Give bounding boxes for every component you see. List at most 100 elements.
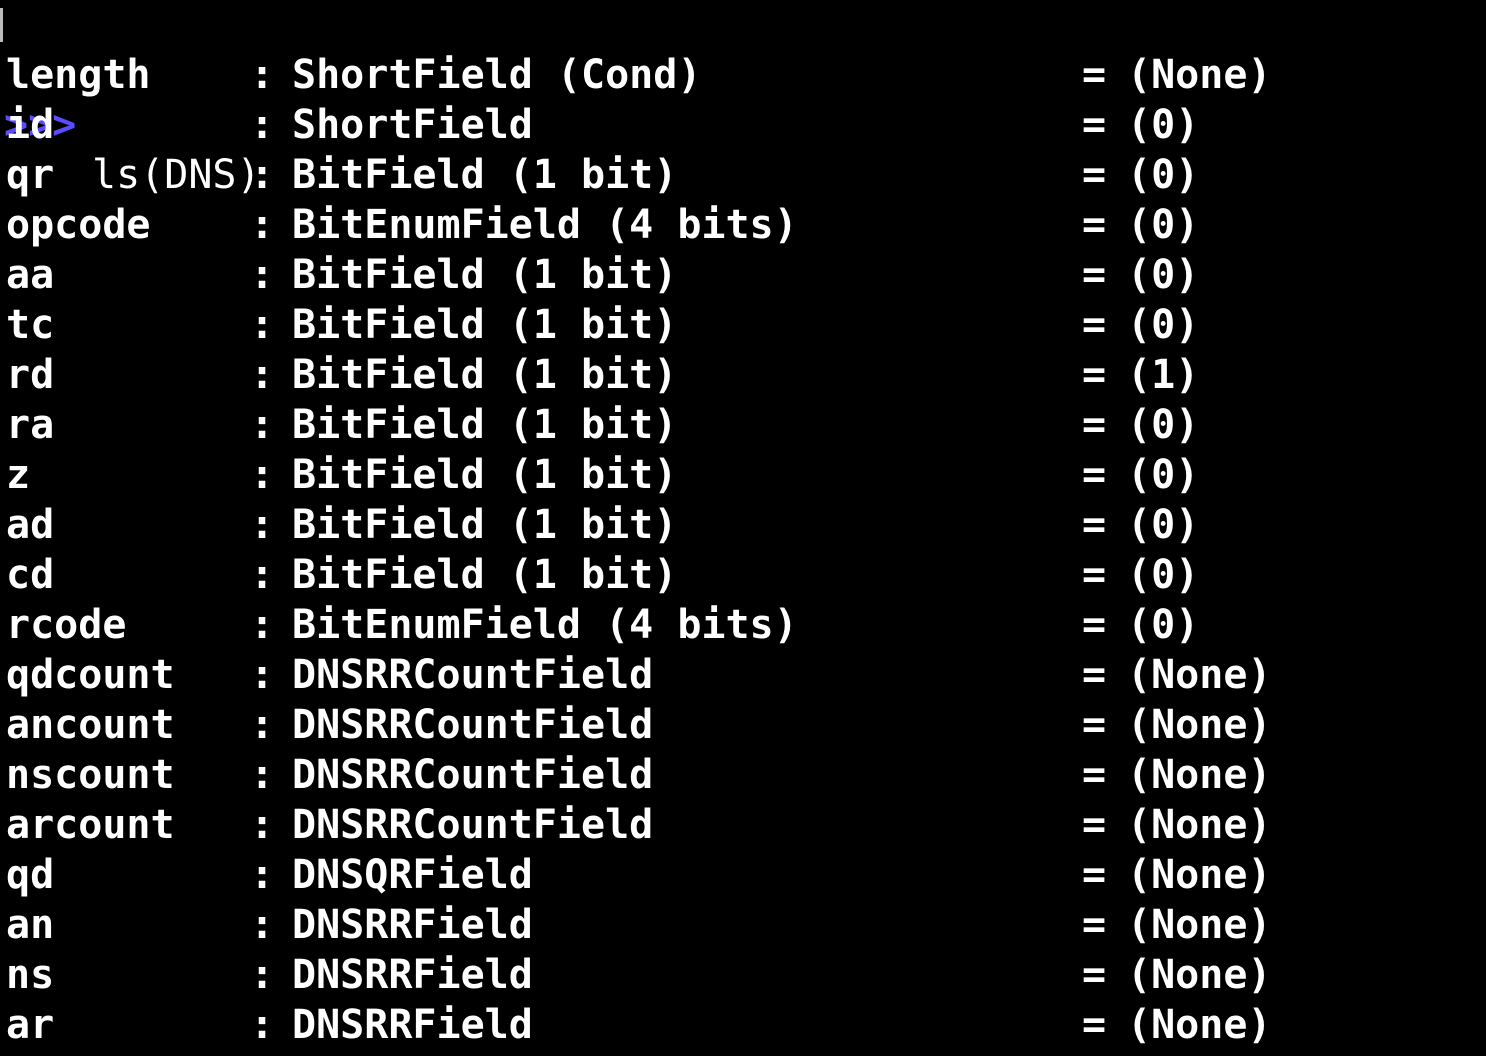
- field-type: DNSRRField: [292, 952, 533, 998]
- equals-sign: =: [1082, 552, 1107, 598]
- field-separator: :: [250, 702, 275, 748]
- equals-sign: =: [1082, 502, 1107, 548]
- field-name: an: [6, 902, 55, 948]
- field-type: BitField (1 bit): [292, 502, 678, 548]
- field-default-value: (None): [1127, 902, 1272, 948]
- field-default-value: (None): [1127, 652, 1272, 698]
- field-separator: :: [250, 802, 275, 848]
- equals-sign: =: [1082, 902, 1107, 948]
- terminal-window[interactable]: >>> ls(DNS) length: ShortField (Cond) = (No…: [0, 0, 1486, 1056]
- field-separator: :: [250, 202, 275, 248]
- field-name: qd: [6, 852, 55, 898]
- field-name: ra: [6, 402, 55, 448]
- field-default-value: (0): [1127, 452, 1200, 498]
- field-type: BitField (1 bit): [292, 152, 678, 198]
- field-default-value: (None): [1127, 752, 1272, 798]
- field-name: length: [6, 52, 151, 98]
- field-type: DNSRRField: [292, 1002, 533, 1048]
- field-default-value: (0): [1127, 152, 1200, 198]
- field-separator: :: [250, 602, 275, 648]
- equals-sign: =: [1082, 802, 1107, 848]
- field-name: ancount: [6, 702, 175, 748]
- field-default-value: (0): [1127, 502, 1200, 548]
- field-type: BitField (1 bit): [292, 302, 678, 348]
- equals-sign: =: [1082, 952, 1107, 998]
- field-default-value: (0): [1127, 402, 1200, 448]
- field-name: z: [6, 452, 31, 498]
- equals-sign: =: [1082, 252, 1107, 298]
- field-default-value: (None): [1127, 802, 1272, 848]
- field-default-value: (0): [1127, 102, 1200, 148]
- field-type: BitEnumField (4 bits): [292, 202, 798, 248]
- field-type: DNSQRField: [292, 852, 533, 898]
- field-type: BitField (1 bit): [292, 252, 678, 298]
- field-separator: :: [250, 552, 275, 598]
- field-default-value: (None): [1127, 1002, 1272, 1048]
- field-type: BitField (1 bit): [292, 452, 678, 498]
- field-name: tc: [6, 302, 55, 348]
- equals-sign: =: [1082, 452, 1107, 498]
- field-separator: :: [250, 852, 275, 898]
- field-type: DNSRRCountField: [292, 702, 654, 748]
- field-separator: :: [250, 352, 275, 398]
- text-cursor: [0, 8, 3, 42]
- field-default-value: (0): [1127, 202, 1200, 248]
- field-name: aa: [6, 252, 55, 298]
- field-type: BitField (1 bit): [292, 402, 678, 448]
- field-default-value: (0): [1127, 552, 1200, 598]
- field-type: BitEnumField (4 bits): [292, 602, 798, 648]
- equals-sign: =: [1082, 602, 1107, 648]
- equals-sign: =: [1082, 352, 1107, 398]
- field-type: ShortField (Cond): [292, 52, 702, 98]
- field-type: DNSRRCountField: [292, 802, 654, 848]
- field-name: qr: [6, 152, 55, 198]
- field-name: nscount: [6, 752, 175, 798]
- field-name: id: [6, 102, 55, 148]
- field-separator: :: [250, 752, 275, 798]
- field-separator: :: [250, 152, 275, 198]
- equals-sign: =: [1082, 202, 1107, 248]
- equals-sign: =: [1082, 852, 1107, 898]
- field-name: ad: [6, 502, 55, 548]
- field-separator: :: [250, 452, 275, 498]
- field-default-value: (None): [1127, 702, 1272, 748]
- field-type: DNSRRField: [292, 902, 533, 948]
- field-separator: :: [250, 952, 275, 998]
- field-type: BitField (1 bit): [292, 352, 678, 398]
- field-type: ShortField: [292, 102, 533, 148]
- field-separator: :: [250, 52, 275, 98]
- field-name: arcount: [6, 802, 175, 848]
- equals-sign: =: [1082, 302, 1107, 348]
- field-name: cd: [6, 552, 55, 598]
- command-text: ls(DNS): [92, 152, 261, 198]
- field-default-value: (0): [1127, 602, 1200, 648]
- field-separator: :: [250, 102, 275, 148]
- field-default-value: (0): [1127, 252, 1200, 298]
- field-type: BitField (1 bit): [292, 552, 678, 598]
- field-separator: :: [250, 302, 275, 348]
- field-type: DNSRRCountField: [292, 752, 654, 798]
- field-name: ns: [6, 952, 55, 998]
- field-separator: :: [250, 252, 275, 298]
- field-name: opcode: [6, 202, 151, 248]
- field-default-value: (1): [1127, 352, 1200, 398]
- field-name: qdcount: [6, 652, 175, 698]
- field-default-value: (0): [1127, 302, 1200, 348]
- field-separator: :: [250, 502, 275, 548]
- field-type: DNSRRCountField: [292, 652, 654, 698]
- field-default-value: (None): [1127, 852, 1272, 898]
- field-default-value: (None): [1127, 952, 1272, 998]
- field-name: rd: [6, 352, 55, 398]
- equals-sign: =: [1082, 652, 1107, 698]
- equals-sign: =: [1082, 102, 1107, 148]
- prompt-line: >>> ls(DNS): [0, 0, 261, 198]
- equals-sign: =: [1082, 402, 1107, 448]
- field-separator: :: [250, 402, 275, 448]
- equals-sign: =: [1082, 52, 1107, 98]
- field-separator: :: [250, 902, 275, 948]
- field-name: rcode: [6, 602, 127, 648]
- equals-sign: =: [1082, 702, 1107, 748]
- equals-sign: =: [1082, 1002, 1107, 1048]
- field-default-value: (None): [1127, 52, 1272, 98]
- field-name: ar: [6, 1002, 55, 1048]
